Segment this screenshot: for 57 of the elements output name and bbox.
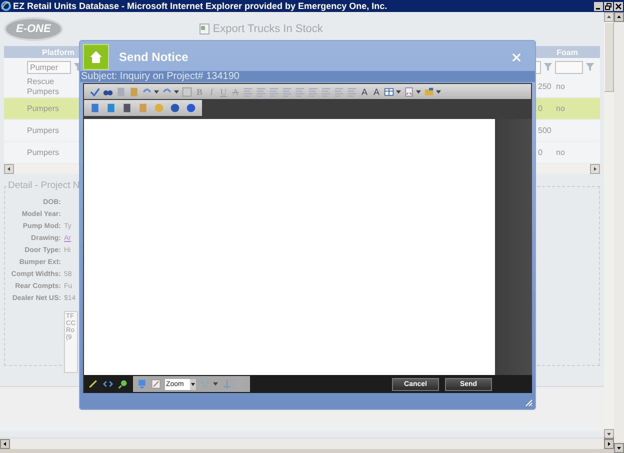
- panel-title: Detail - Project N: [7, 180, 81, 191]
- scroll-left-button[interactable]: [0, 439, 10, 449]
- window-title: EZ Retail Units Database - Microsoft Internet Explorer provided by Emergency One, Inc.: [13, 1, 388, 11]
- table-cell: 0: [538, 104, 542, 113]
- home-icon[interactable]: [83, 44, 109, 70]
- table-cell: no: [556, 104, 565, 113]
- restore-icon[interactable]: [604, 2, 613, 10]
- filter-icon[interactable]: [544, 63, 552, 71]
- align-right-icon[interactable]: [269, 86, 279, 96]
- folder-icon[interactable]: [424, 86, 434, 96]
- column-header[interactable]: Platform: [42, 48, 74, 56]
- scroll-up-button[interactable]: [614, 12, 624, 22]
- scroll-down-button[interactable]: [604, 429, 614, 439]
- font-size-button[interactable]: A: [372, 86, 381, 96]
- dialog-title: Send Notice: [119, 50, 190, 64]
- table-icon[interactable]: [384, 86, 394, 96]
- html-document-icon[interactable]: [404, 86, 414, 96]
- filter-field[interactable]: Pumper: [27, 60, 71, 74]
- nodes-icon[interactable]: [200, 379, 210, 389]
- table-cell: 500: [538, 126, 552, 135]
- table-cell-text: Rescue Pumpers: [27, 76, 60, 96]
- filter-icon[interactable]: [586, 63, 594, 71]
- pencil-icon[interactable]: [88, 379, 98, 389]
- caret-icon[interactable]: [396, 90, 401, 94]
- caret-icon[interactable]: [416, 90, 421, 94]
- spellcheck-icon[interactable]: [90, 86, 100, 96]
- caret-icon[interactable]: [154, 90, 159, 94]
- code-icon[interactable]: [103, 379, 113, 389]
- align-center-icon[interactable]: [256, 86, 266, 96]
- spreadsheet-icon: [198, 23, 210, 35]
- table-cell-text: Pumpers: [27, 126, 60, 136]
- export-link[interactable]: Export Trucks In Stock: [212, 23, 323, 35]
- scroll-right-button[interactable]: [590, 164, 600, 174]
- logo[interactable]: E-ONE: [4, 17, 63, 41]
- column-header[interactable]: Foam: [556, 48, 578, 56]
- scroll-up-button[interactable]: [604, 12, 614, 22]
- browser-logo-icon: [1, 1, 11, 11]
- filter-field[interactable]: [555, 60, 583, 74]
- table-cell: 250: [538, 82, 552, 91]
- caret-icon[interactable]: [190, 378, 196, 390]
- scroll-left-button[interactable]: [4, 164, 14, 174]
- close-icon[interactable]: [614, 2, 623, 10]
- scrollbar-thumb[interactable]: [604, 22, 614, 92]
- table-cell: 0: [538, 148, 542, 157]
- caret-icon[interactable]: [436, 90, 441, 94]
- image-icon[interactable]: [151, 379, 161, 389]
- table-cell-text: Pumpers: [27, 104, 60, 114]
- align-left-icon[interactable]: [243, 86, 253, 96]
- scroll-right-button[interactable]: [604, 439, 614, 449]
- table-cell: no: [556, 148, 565, 157]
- table-cell-text: Pumpers: [27, 148, 60, 158]
- caret-icon[interactable]: [174, 90, 179, 94]
- scroll-down-button[interactable]: [614, 443, 624, 453]
- minimize-icon[interactable]: [594, 2, 603, 10]
- table-cell: no: [556, 82, 565, 91]
- font-size-button[interactable]: A: [360, 86, 369, 96]
- resize-grip-icon[interactable]: [525, 399, 533, 407]
